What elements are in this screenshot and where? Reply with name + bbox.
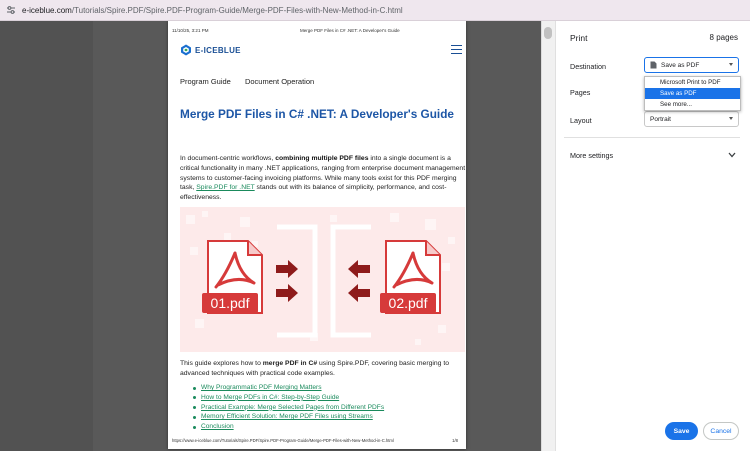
page-breadcrumb: Program Guide Document Operation [180,77,326,86]
arrow-right-icon [276,260,298,278]
chevron-down-icon [729,63,733,66]
merge-illustration: 01.pdf 02.pdf [180,207,465,352]
layout-select[interactable]: Portrait [644,111,739,127]
url-host: e-iceblue.com [22,5,72,15]
toc-item: Memory Efficient Solution: Merge PDF Fil… [193,412,384,422]
logo-text: E-ICEBLUE [195,45,241,55]
url-path: /Tutorials/Spire.PDF/Spire.PDF-Program-G… [71,5,403,15]
destination-dropdown-menu: Microsoft Print to PDF Save as PDF See m… [644,76,741,111]
arrow-left-icon [348,284,370,302]
document-icon [650,61,657,69]
preview-scrollbar-thumb[interactable] [544,27,552,39]
page-footer-url: https://www.e-iceblue.com/Tutorials/Spir… [172,438,394,443]
page-count: 8 pages [709,33,738,42]
intro-paragraph: In document-centric workflows, combining… [180,155,466,202]
cancel-button[interactable]: Cancel [703,422,739,440]
pages-label: Pages [570,88,591,97]
arrow-left-icon [348,260,370,278]
guide-paragraph: This guide explores how to merge PDF in … [180,360,449,377]
page-footer-number: 1/8 [452,438,458,443]
layout-value: Portrait [650,115,671,123]
option-see-more[interactable]: See more... [645,99,740,110]
print-preview-area: 11/10/25, 3:21 PM Merge PDF Files in C# … [0,21,555,451]
file-right-label: 02.pdf [389,295,428,311]
nav-document-operation: Document Operation [244,77,315,86]
toc-item: Practical Example: Merge Selected Pages … [193,403,384,413]
page-footer: https://www.e-iceblue.com/Tutorials/Spir… [172,438,462,443]
site-logo: E-ICEBLUE [180,44,241,56]
page-header-title: Merge PDF Files in C# .NET: A Developer'… [300,28,400,33]
expand-chevron-icon[interactable] [728,152,736,158]
site-settings-icon[interactable] [6,5,16,15]
page-header-date: 11/10/25, 3:21 PM [172,28,209,33]
address-bar[interactable]: e-iceblue.com/Tutorials/Spire.PDF/Spire.… [0,0,750,21]
destination-label: Destination [570,62,606,71]
arrow-right-icon [276,284,298,302]
toc-item: Why Programmatic PDF Merging Matters [193,383,384,393]
print-title: Print [570,33,588,43]
more-settings-toggle[interactable]: More settings [570,151,613,160]
preview-scrollbar[interactable] [541,21,555,451]
save-button[interactable]: Save [665,422,698,440]
file-left-label: 01.pdf [211,295,250,311]
article-title: Merge PDF Files in C# .NET: A Developer'… [180,107,454,121]
toc-item: Conclusion [193,422,384,432]
toc-item: How to Merge PDFs in C#: Step-by-Step Gu… [193,393,384,403]
print-settings-panel: Print 8 pages Destination Save as PDF Mi… [555,21,750,451]
nav-program-guide: Program Guide [180,77,231,86]
destination-select[interactable]: Save as PDF [644,57,739,73]
option-microsoft-print-to-pdf[interactable]: Microsoft Print to PDF [645,77,740,88]
preview-page: 11/10/25, 3:21 PM Merge PDF Files in C# … [168,21,466,449]
option-save-as-pdf[interactable]: Save as PDF [645,88,740,99]
table-of-contents: Why Programmatic PDF Merging Matters How… [193,383,384,432]
e-iceblue-logo-icon [181,44,191,56]
menu-icon [451,45,462,55]
layout-label: Layout [570,116,592,125]
chevron-down-icon [729,117,733,120]
destination-value: Save as PDF [661,61,700,69]
merge-illustration-graphic: 01.pdf 02.pdf [186,211,455,345]
